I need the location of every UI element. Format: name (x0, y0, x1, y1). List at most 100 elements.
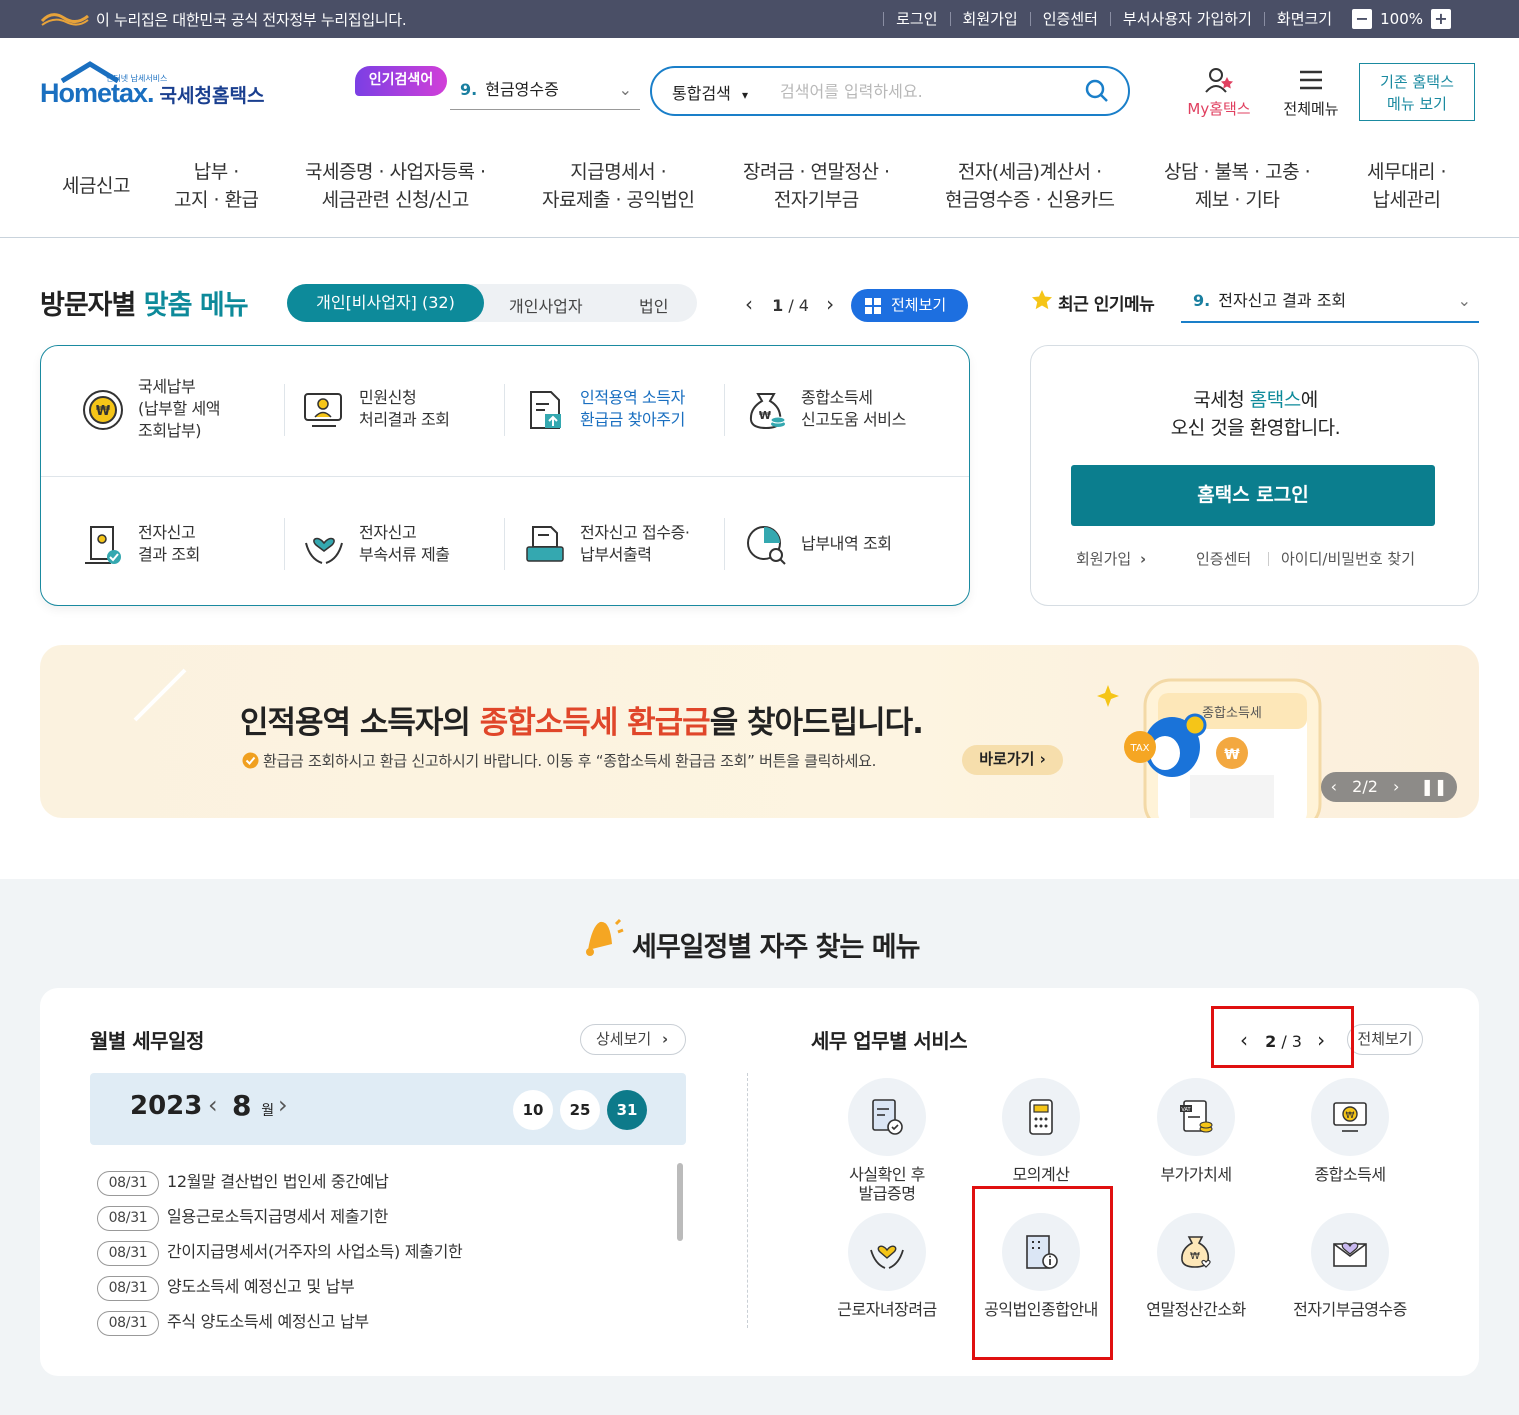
menu-attachment-submit[interactable]: 전자신고 부속서류 제출 (262, 511, 482, 581)
svg-text:₩: ₩ (1190, 1251, 1200, 1262)
day-25[interactable]: 25 (560, 1090, 600, 1130)
highlight-box (1211, 1006, 1354, 1068)
search-scope-select[interactable]: 통합검색 ▾ (672, 80, 748, 104)
menu-refund-finder[interactable]: 인적용역 소득자 환급금 찾아주기 (483, 376, 703, 446)
divider (41, 476, 969, 477)
svg-text:₩: ₩ (1346, 1111, 1355, 1121)
zoom-in-button[interactable]: + (1431, 9, 1451, 29)
cert-center-link[interactable]: 인증센터 (1029, 12, 1110, 27)
chevron-right-icon[interactable]: › (1393, 777, 1399, 796)
menu-payment-history[interactable]: 납부내역 조회 (704, 511, 924, 581)
svg-text:₩: ₩ (96, 404, 111, 419)
phone-title: 종합소득세 (1202, 706, 1262, 721)
banner-subtext: 환급금 조회하시고 환급 신고하시기 바랍니다. 이동 후 “종합소득세 환급금… (242, 750, 876, 771)
nav-agent[interactable]: 세무대리 · 납세관리 (1367, 158, 1447, 214)
banner-pager[interactable]: ‹ 2/2 › ❚❚ (1321, 772, 1457, 802)
logo-tagline: 인터넷 납세서비스 (106, 74, 168, 83)
gov-emblem-icon (40, 13, 89, 26)
cert-center-link[interactable]: 인증센터 (1196, 548, 1251, 569)
won-coin-icon: ₩ (83, 390, 123, 430)
popular-rank: 9. (460, 80, 478, 99)
day-10[interactable]: 10 (513, 1090, 553, 1130)
nav-payment[interactable]: 납부 · 고지 · 환급 (174, 158, 259, 214)
money-bag-icon: ₩ (749, 393, 786, 430)
next-month-icon[interactable]: › (278, 1091, 288, 1119)
login-link[interactable]: 로그인 (883, 12, 949, 27)
dept-user-join-link[interactable]: 부서사용자 가입하기 (1109, 12, 1264, 27)
menu-tax-payment[interactable]: ₩ 국세납부 (납부할 세액 조회납부) (41, 376, 261, 446)
nav-e-invoice[interactable]: 전자(세금)계산서 · 현금영수증 · 신용카드 (945, 158, 1115, 214)
all-menu-button[interactable]: 전체메뉴 (1276, 66, 1346, 119)
tab-individual[interactable]: 개인[비사업자] (32) (287, 284, 484, 322)
service-label: 근로자녀장려금 (837, 1300, 937, 1319)
tab-sole-proprietor[interactable]: 개인사업자 (509, 293, 583, 317)
day-31[interactable]: 31 (607, 1090, 647, 1130)
menu-income-tax-help[interactable]: ₩ 종합소득세 신고도움 서비스 (704, 376, 924, 446)
schedule-item[interactable]: 08/31 간이지급명세서(거주자의 사업소득) 제출기한 (97, 1238, 463, 1266)
service-income-tax[interactable]: ₩ 종합소득세 (1275, 1078, 1425, 1184)
menu-label: 종합소득세 신고도움 서비스 (801, 388, 906, 429)
gov-notice-bar: 이 누리집은 대한민국 공식 전자정부 누리집입니다. 로그인 회원가입 인증센… (0, 0, 1519, 38)
schedule-detail-button[interactable]: 상세보기 › (580, 1024, 686, 1055)
my-hometax-button[interactable]: My홈택스 (1180, 66, 1258, 119)
svg-text:VAT: VAT (1181, 1107, 1191, 1113)
tab-corporation[interactable]: 법인 (639, 293, 668, 317)
menu-e-filing-result[interactable]: 전자신고 결과 조회 (41, 511, 261, 581)
vat-icon: VAT (1180, 1100, 1213, 1133)
schedule-item[interactable]: 08/31 일용근로소득지급명세서 제출기한 (97, 1203, 388, 1231)
services-view-all-button[interactable]: 전체보기 (1347, 1024, 1423, 1055)
service-earned-income-credit[interactable]: 근로자녀장려금 (812, 1213, 962, 1319)
schedule-item[interactable]: 08/31 양도소득세 예정신고 및 납부 (97, 1273, 355, 1301)
visitor-menu-title: 방문자별 맞춤 메뉴 (40, 290, 249, 321)
prev-month-icon[interactable]: ‹ (208, 1091, 218, 1119)
month-label: 8 월 (232, 1089, 275, 1122)
menu-receipt-print[interactable]: 전자신고 접수증· 납부서출력 (483, 511, 703, 581)
nav-certificate[interactable]: 국세증명 · 사업자등록 · 세금관련 신청/신고 (305, 158, 486, 214)
all-menu-label: 전체메뉴 (1283, 100, 1339, 118)
search-box: 통합검색 ▾ (650, 66, 1130, 116)
service-label: 모의계산 (1012, 1165, 1070, 1184)
calculator-icon (1029, 1099, 1053, 1135)
legacy-hometax-button[interactable]: 기존 홈택스 메뉴 보기 (1359, 63, 1475, 121)
chevron-right-icon[interactable]: › (826, 292, 834, 316)
find-id-password-link[interactable]: 아이디/비밀번호 찾기 (1281, 548, 1415, 569)
user-star-icon (1205, 68, 1233, 93)
service-mock-calculation[interactable]: 모의계산 (966, 1078, 1116, 1184)
hands-heart-icon (305, 537, 343, 564)
banner-illustration: 종합소득세 ₩ TAX (1097, 678, 1322, 818)
star-icon (1032, 290, 1052, 310)
income-tax-icon: ₩ (1333, 1102, 1367, 1132)
check-circle-icon (242, 752, 259, 769)
pause-icon[interactable]: ❚❚ (1421, 777, 1448, 796)
recent-popular-select[interactable]: 9. 전자신고 결과 조회 ⌄ (1181, 283, 1479, 323)
promo-banner[interactable]: 인적용역 소득자의 종합소득세 환급금을 찾아드립니다. 환급금 조회하시고 환… (40, 645, 1479, 818)
nav-statement[interactable]: 지급명세서 · 자료제출 · 공익법인 (542, 158, 695, 214)
nav-incentive[interactable]: 장려금 · 연말정산 · 전자기부금 (743, 158, 890, 214)
monitor-user-icon (304, 393, 342, 427)
service-vat[interactable]: VAT 부가가치세 (1121, 1078, 1271, 1184)
search-input[interactable] (780, 77, 1080, 105)
chevron-left-icon[interactable]: ‹ (745, 292, 753, 316)
hometax-logo[interactable]: 인터넷 납세서비스 Hometax. 국세청홈택스 (40, 61, 264, 109)
service-year-end-simplified[interactable]: ₩ 연말정산간소화 (1121, 1213, 1271, 1319)
hands-heart-icon (870, 1245, 904, 1269)
banner-go-button[interactable]: 바로가기 › (962, 745, 1063, 775)
join-link[interactable]: 회원가입 › (1076, 548, 1146, 569)
svg-text:₩: ₩ (1224, 747, 1240, 763)
menu-civil-request[interactable]: 민원신청 처리결과 조회 (262, 376, 482, 446)
join-link[interactable]: 회원가입 (949, 12, 1030, 27)
popular-search-select[interactable]: 9. 현금영수증 ⌄ (450, 72, 640, 110)
visitor-view-all-button[interactable]: 전체보기 (851, 289, 968, 322)
chevron-left-icon[interactable]: ‹ (1331, 777, 1337, 796)
service-e-donation-receipt[interactable]: 전자기부금영수증 (1275, 1213, 1425, 1319)
main-nav: 세금신고 납부 · 고지 · 환급 국세증명 · 사업자등록 · 세금관련 신청/신… (0, 150, 1519, 238)
service-fact-certificate[interactable]: 사실확인 후 발급증명 (812, 1078, 962, 1203)
search-icon[interactable] (1084, 78, 1110, 104)
nav-tax-filing[interactable]: 세금신고 (62, 172, 130, 200)
zoom-out-button[interactable]: − (1352, 9, 1373, 29)
schedule-scrollbar[interactable] (677, 1163, 683, 1241)
schedule-item[interactable]: 08/31 12월말 결산법인 법인세 중간예납 (97, 1168, 389, 1196)
nav-consult[interactable]: 상담 · 불복 · 고충 · 제보 · 기타 (1164, 158, 1311, 214)
schedule-item[interactable]: 08/31 주식 양도소득세 예정신고 납부 (97, 1308, 369, 1336)
login-button[interactable]: 홈택스 로그인 (1071, 465, 1435, 526)
